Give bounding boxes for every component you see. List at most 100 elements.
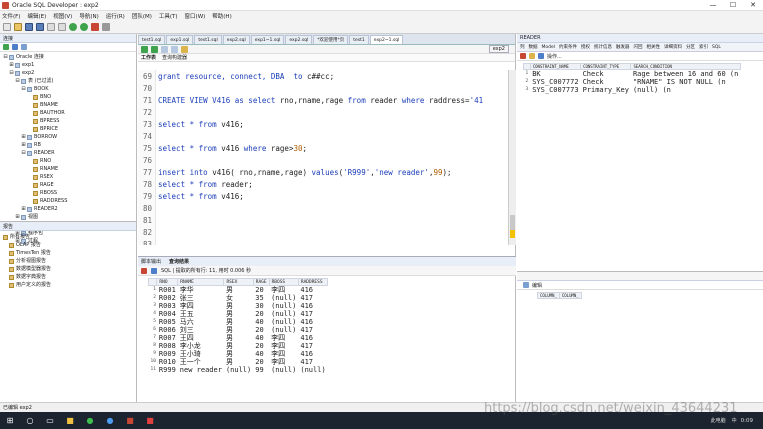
object-tab-4[interactable]: 授权 <box>580 44 591 50</box>
menu-item-2[interactable]: 视图(V) <box>53 12 72 20</box>
tree-node[interactable]: ⊞ exp1 <box>3 61 136 69</box>
redo-icon[interactable] <box>58 23 66 31</box>
menu-item-5[interactable]: 团队(M) <box>132 12 152 20</box>
code-line[interactable]: 78 select * from reader; <box>138 178 516 190</box>
object-tab-5[interactable]: 统计信息 <box>593 44 613 50</box>
expand-icon[interactable]: ⊞ <box>21 133 26 141</box>
constraints-grid[interactable]: CONSTRAINT_NAME CONSTRAINT_TYPE SEARCH_CON… <box>523 63 741 94</box>
expand-icon[interactable]: ⊟ <box>21 85 26 93</box>
forward-icon[interactable] <box>80 23 88 31</box>
code-line[interactable]: 74 <box>138 130 516 142</box>
tree-node[interactable]: ⊞ 视图 <box>3 213 136 221</box>
explain-icon[interactable] <box>181 45 188 53</box>
object-tab-6[interactable]: 触发器 <box>615 44 631 50</box>
expand-icon[interactable]: ⊟ <box>15 77 20 85</box>
code-line[interactable]: 73 select * from v416; <box>138 118 516 130</box>
clock[interactable]: 0:09 <box>741 418 753 424</box>
minimize-button[interactable]: — <box>703 0 723 10</box>
object-tab-7[interactable]: 闪回 <box>633 44 644 50</box>
object-tab-1[interactable]: 数据 <box>528 44 539 50</box>
expand-icon[interactable]: ⊞ <box>21 205 26 213</box>
tray-label[interactable]: 此电脑 <box>711 417 726 424</box>
expand-icon[interactable]: ⊞ <box>21 141 26 149</box>
export-icon[interactable] <box>151 267 157 274</box>
report-item[interactable]: OLAP 报告 <box>3 241 136 249</box>
tree-node[interactable]: BNAME <box>3 101 136 109</box>
open-icon[interactable] <box>14 23 22 31</box>
app-icon-2[interactable]: ■ <box>142 414 158 428</box>
table-row[interactable]: 11 R999 new reader (null) 99 (null) (null) <box>149 366 328 374</box>
search-icon[interactable]: ○ <box>22 414 38 428</box>
lower-icon[interactable] <box>523 282 529 288</box>
pin-icon-right[interactable] <box>520 53 526 59</box>
tab-script-output[interactable]: 脚本输出 <box>141 258 161 265</box>
table-row[interactable]: 8 R008 李小龙 男 20 李四 417 <box>149 342 328 350</box>
tree-node[interactable]: BAUTHOR <box>3 109 136 117</box>
code-line[interactable]: 72 <box>138 106 516 118</box>
tree-node[interactable]: RNAME <box>3 165 136 173</box>
maximize-button[interactable]: ☐ <box>723 0 743 10</box>
tree-node[interactable]: RNO <box>3 157 136 165</box>
object-tab-12[interactable]: SQL <box>711 45 722 50</box>
table-row[interactable]: 7 R007 王四 男 40 李四 416 <box>149 334 328 342</box>
object-tab-0[interactable]: 列 <box>519 44 526 50</box>
table-row[interactable]: 9 R009 王小琦 男 40 李四 416 <box>149 350 328 358</box>
commit-icon[interactable] <box>161 45 168 53</box>
column-header[interactable]: RADDRESS <box>297 278 329 286</box>
menu-item-8[interactable]: 帮助(H) <box>212 12 231 20</box>
tree-node[interactable]: RADDRESS <box>3 197 136 205</box>
menu-item-6[interactable]: 工具(T) <box>159 12 178 20</box>
actions-menu[interactable]: 操作... <box>547 53 562 60</box>
table-row[interactable]: 10 R010 王一个 男 20 李四 417 <box>149 358 328 366</box>
tree-node[interactable]: BNO <box>3 93 136 101</box>
tree-node[interactable]: ⊟ Oracle 连接 <box>3 53 136 61</box>
back-icon[interactable] <box>69 23 77 31</box>
object-tab-10[interactable]: 分区 <box>685 44 696 50</box>
expand-icon[interactable]: ⊟ <box>9 69 14 77</box>
lower-col-2[interactable]: COLUMN_ <box>558 292 582 299</box>
sql-editor[interactable]: 69 grant resource, connect, DBA to c##cc;… <box>138 70 516 246</box>
table-row[interactable]: 3 R003 李四 男 30 (null) 416 <box>149 302 328 310</box>
expand-icon[interactable]: ⊞ <box>15 213 20 221</box>
editor-tab-8[interactable]: exp2~1.sql <box>369 35 404 44</box>
expand-icon[interactable]: ⊟ <box>21 149 26 157</box>
expand-icon[interactable]: ⊟ <box>3 53 8 61</box>
explorer-icon[interactable]: ■ <box>62 414 78 428</box>
start-icon[interactable]: ⊞ <box>2 414 18 428</box>
tree-node[interactable]: ⊞ READER2 <box>3 205 136 213</box>
results-grid[interactable]: RNO RNAME RSEX RAGE RBOSS RADDRESS 1 R001 李华男 20 李… <box>147 278 329 374</box>
code-line[interactable]: 79 select * from v416; <box>138 190 516 202</box>
tab-query-builder[interactable]: 查询构建器 <box>162 54 187 61</box>
tree-node[interactable]: ⊟ 表 (已过滤) <box>3 77 136 85</box>
menu-item-1[interactable]: 编辑(E) <box>27 12 46 20</box>
table-row[interactable]: 5 R005 马六 男 40 (null) 416 <box>149 318 328 326</box>
tree-node[interactable]: RAGE <box>3 181 136 189</box>
run-icon[interactable] <box>141 45 148 53</box>
menu-item-0[interactable]: 文件(F) <box>2 12 20 20</box>
connection-selector[interactable]: exp2 <box>488 45 509 53</box>
run-script-icon[interactable] <box>151 45 158 53</box>
code-line[interactable]: 77 insert into v416( rno,rname,rage) valu… <box>138 166 516 178</box>
tree-node[interactable]: ⊞ BORROW <box>3 133 136 141</box>
undo-icon[interactable] <box>47 23 55 31</box>
expand-icon[interactable]: ⊞ <box>9 61 14 69</box>
tree-node[interactable]: BPRESS <box>3 117 136 125</box>
code-line[interactable]: 81 <box>138 214 516 226</box>
browser-icon[interactable]: ● <box>102 414 118 428</box>
column-header[interactable]: RAGE <box>252 278 270 286</box>
table-row[interactable]: 1 BK Check Rage between 16 and 60 (n <box>524 70 741 79</box>
editor-tab-0[interactable]: test1.sql <box>138 35 166 44</box>
code-line[interactable]: 80 <box>138 202 516 214</box>
lower-edit-label[interactable]: 编辑 <box>532 282 542 289</box>
report-item[interactable]: 用户定义的报告 <box>3 281 136 289</box>
pin-icon[interactable] <box>141 267 147 274</box>
editor-tab-6[interactable]: *欢迎使用*页 <box>313 35 349 44</box>
wechat-icon[interactable]: ● <box>82 414 98 428</box>
table-row[interactable]: 4 R004 王五 男 20 (null) 417 <box>149 310 328 318</box>
editor-tab-2[interactable]: test1.sql <box>194 35 222 44</box>
tools-icon[interactable] <box>102 23 110 31</box>
tree-node[interactable]: ⊞ RB <box>3 141 136 149</box>
report-item[interactable]: 数据字典报告 <box>3 273 136 281</box>
menu-item-7[interactable]: 窗口(W) <box>185 12 206 20</box>
table-row[interactable]: 2 SYS_C007772 Check "RNAME" IS NOT NULL (n <box>524 78 741 86</box>
